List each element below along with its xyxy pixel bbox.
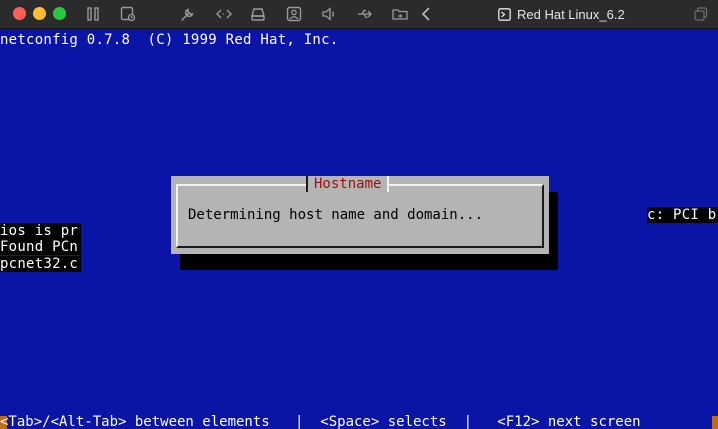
background-text-fragment: Found PCn [0, 239, 81, 255]
volume-icon[interactable] [318, 4, 340, 24]
close-window-button[interactable] [13, 7, 26, 20]
window-title: Red Hat Linux_6.2 [498, 5, 625, 23]
usb-icon[interactable] [354, 4, 376, 24]
snapshot-icon[interactable] [117, 4, 139, 24]
drive-icon[interactable] [247, 4, 269, 24]
account-icon[interactable] [283, 4, 305, 24]
vm-window-icon [498, 7, 511, 21]
restore-icon[interactable] [690, 4, 712, 24]
pause-icon[interactable] [82, 4, 104, 24]
console-header: netconfig 0.7.8 (C) 1999 Red Hat, Inc. [0, 32, 339, 48]
dialog-message: Determining host name and domain... [188, 207, 484, 223]
background-text-fragment: c: PCI b [647, 207, 718, 223]
status-bar: <Tab>/<Alt-Tab> between elements | <Spac… [0, 414, 641, 429]
back-chevron-icon[interactable] [415, 4, 437, 24]
settings-wrench-icon[interactable] [177, 4, 199, 24]
background-text-fragment: pcnet32.c [0, 256, 81, 272]
shared-folder-icon[interactable] [389, 4, 411, 24]
status-bar-right-marker [712, 416, 718, 429]
vm-window: Red Hat Linux_6.2 netconfig 0.7.8 (C) 19… [0, 0, 718, 429]
background-text-fragment: ios is pr [0, 223, 81, 239]
dialog-title: Hostname [306, 176, 390, 192]
window-titlebar: Red Hat Linux_6.2 [0, 0, 718, 29]
vm-console-screen[interactable]: netconfig 0.7.8 (C) 1999 Red Hat, Inc. c… [0, 29, 718, 429]
window-title-text: Red Hat Linux_6.2 [517, 6, 625, 22]
code-icon[interactable] [213, 4, 235, 24]
zoom-window-button[interactable] [53, 7, 66, 20]
minimize-window-button[interactable] [33, 7, 46, 20]
